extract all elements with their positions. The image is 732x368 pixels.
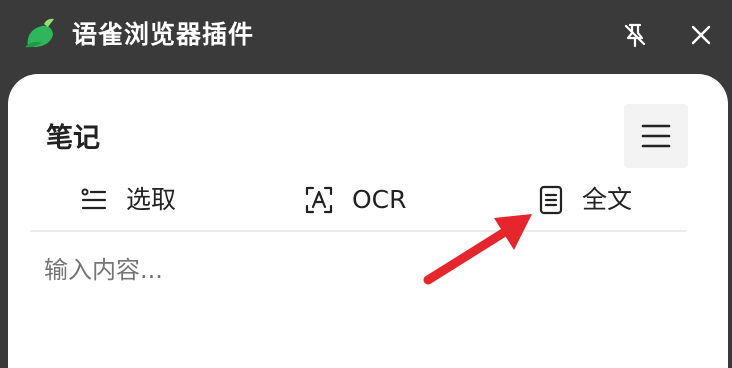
unpin-icon bbox=[624, 23, 646, 48]
title-bar: 语雀浏览器插件 bbox=[0, 0, 732, 70]
select-list-icon bbox=[81, 188, 107, 210]
tab-ocr[interactable]: OCR bbox=[304, 178, 407, 222]
menu-button[interactable] bbox=[624, 104, 688, 168]
divider bbox=[30, 230, 686, 232]
app-title: 语雀浏览器插件 bbox=[72, 20, 255, 49]
unpin-button[interactable] bbox=[618, 18, 652, 52]
note-panel: 笔记 选取 OCR 全文 bbox=[8, 74, 728, 368]
tab-full-text-label: 全文 bbox=[582, 185, 633, 214]
note-title: 笔记 bbox=[46, 123, 100, 154]
tab-ocr-label: OCR bbox=[352, 185, 407, 214]
tab-select[interactable]: 选取 bbox=[80, 178, 176, 222]
close-icon bbox=[691, 25, 711, 45]
annotation-arrow-icon bbox=[423, 214, 532, 285]
note-input[interactable] bbox=[44, 256, 664, 284]
ocr-scan-icon bbox=[305, 186, 333, 214]
tab-full-text[interactable]: 全文 bbox=[538, 178, 632, 222]
hamburger-menu-icon bbox=[641, 124, 671, 148]
close-button[interactable] bbox=[684, 18, 718, 52]
yuque-bird-logo-icon bbox=[25, 18, 54, 48]
tab-select-label: 选取 bbox=[126, 185, 177, 214]
